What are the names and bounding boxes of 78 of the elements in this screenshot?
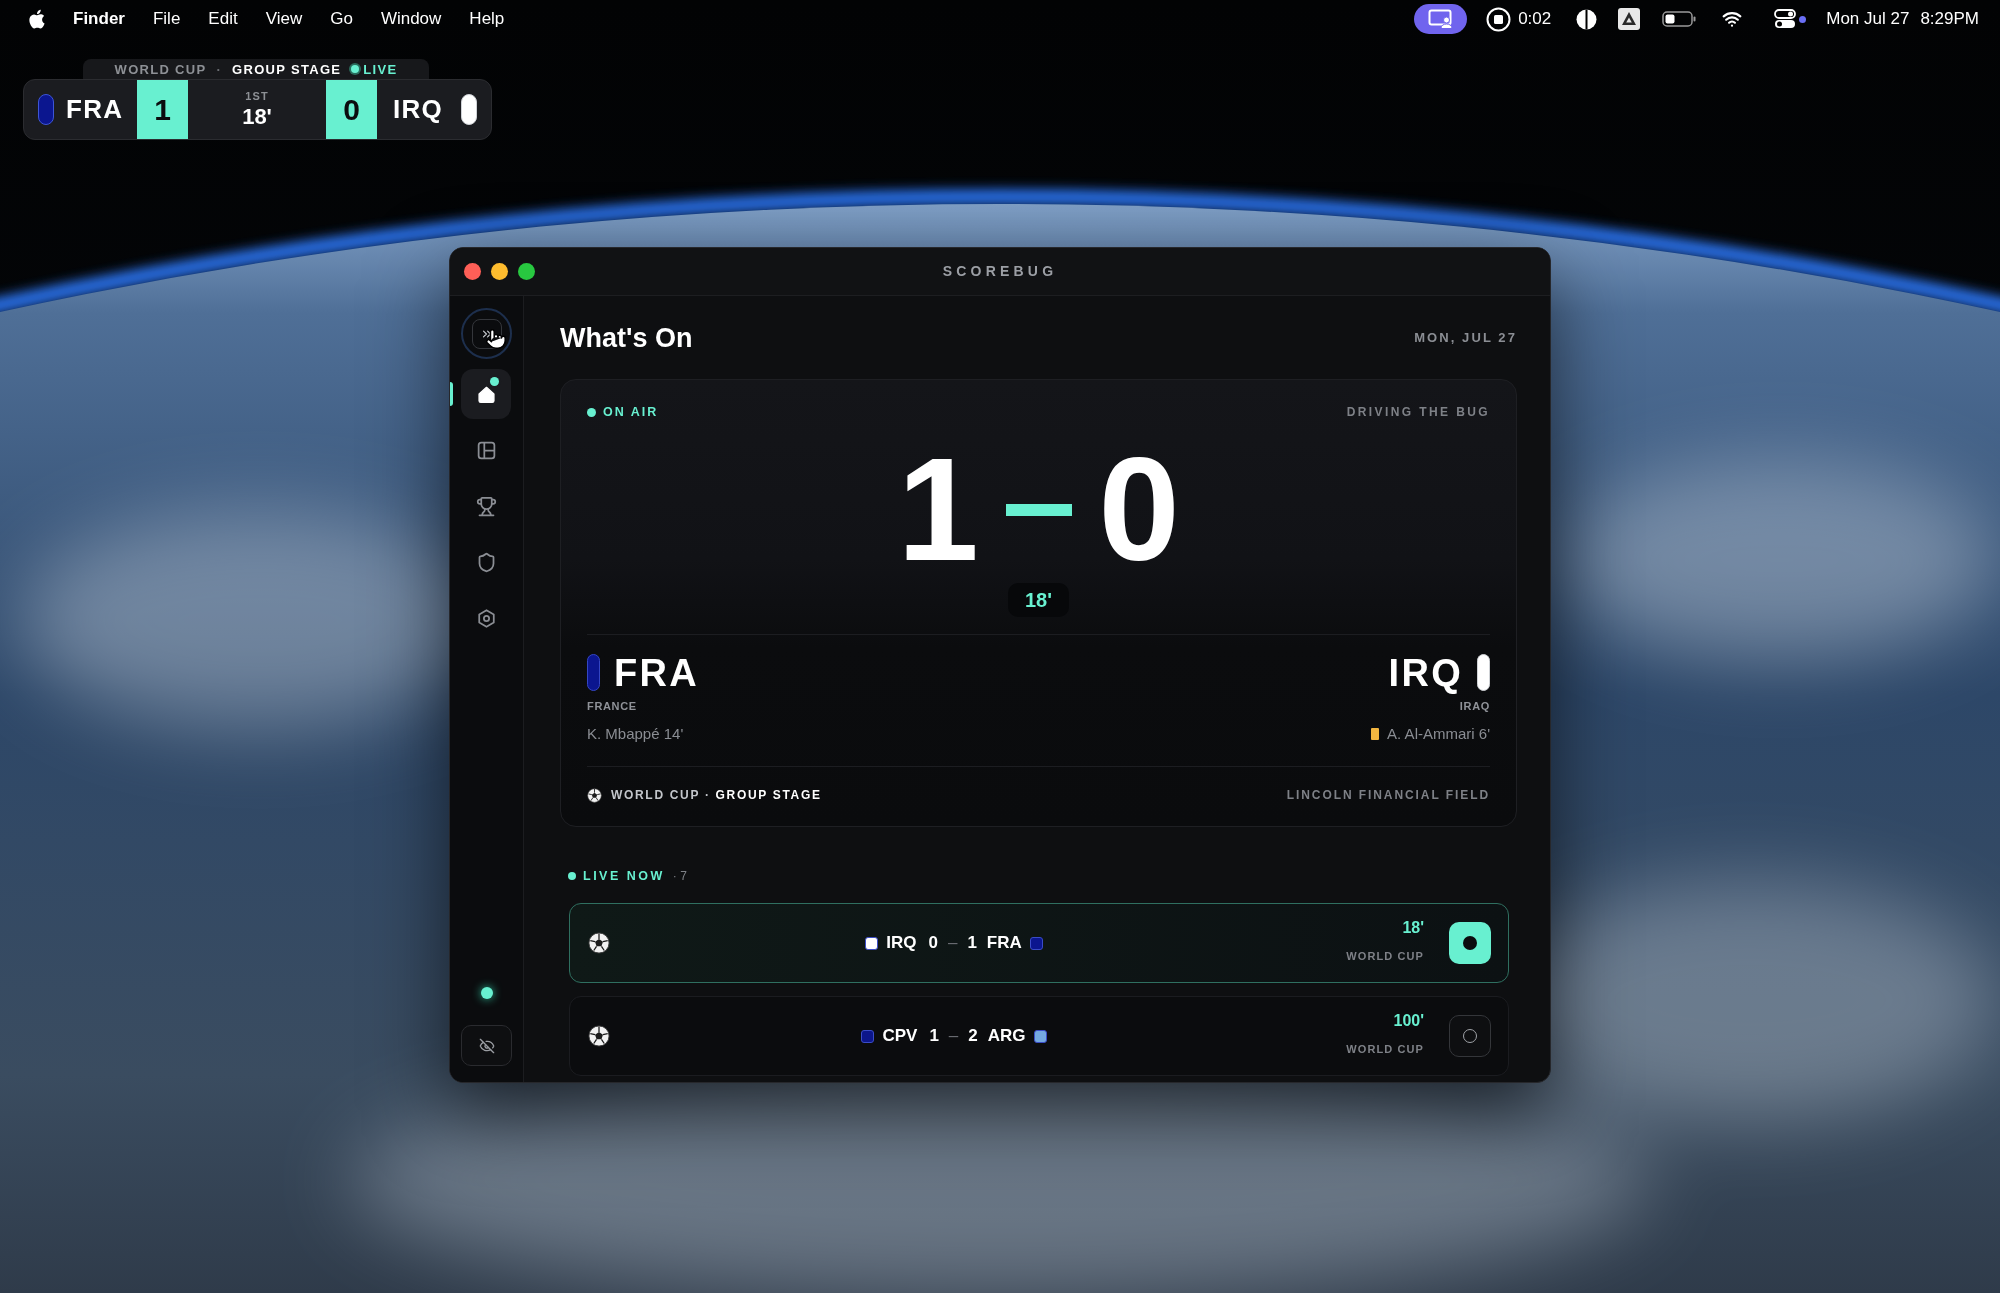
score-display: 0 [326,80,377,139]
battery-icon[interactable] [1662,11,1697,27]
venue-label: LINCOLN FINANCIAL FIELD [1286,787,1490,804]
eye-off-icon [478,1037,495,1054]
menu-item[interactable]: Go [330,6,353,32]
trophy-icon [475,495,497,517]
live-count: · 7 [672,868,687,885]
home-score: 1 [897,437,979,583]
stop-record-icon[interactable] [1486,6,1512,32]
team-code: IRQ [393,93,445,126]
active-indicator-icon [450,382,453,406]
match-row[interactable]: IRQ 0 – 1 FRA 18' WORLD CUP [569,903,1509,983]
match-clock: 18' [1402,919,1424,937]
hand-cursor-icon [485,326,507,352]
team-code: IRQ [1388,653,1463,692]
menu-item[interactable]: Window [380,6,442,32]
soccer-ball-icon [588,932,610,954]
competition-label: WORLD CUP [1346,950,1424,962]
soccer-ball-icon [588,1025,610,1047]
menu-item[interactable]: Edit [208,6,238,32]
score-text: 1 [967,932,977,955]
competition-label: WORLD CUP [114,62,207,76]
dash-icon [1005,504,1072,516]
select-match-button[interactable] [1449,922,1491,964]
match-clock: 18' [242,106,272,128]
zoom-window-button[interactable] [518,263,535,280]
menu-bar-time[interactable]: 8:29PM [1920,6,1979,32]
menu-item[interactable]: Help [469,6,505,32]
sidebar-nav-item[interactable] [461,369,511,419]
minimize-window-button[interactable] [491,263,508,280]
match-event: K. Mbappé 14' [587,723,684,744]
team-name: FRANCE [587,700,637,713]
away-score: 0 [1098,437,1180,583]
score-separator: – [948,1025,959,1048]
match-clock: 18' [1008,583,1069,617]
live-label: LIVE [363,62,398,76]
match-clock: 100' [1393,1012,1424,1030]
score-display: 1 [137,80,188,139]
contrast-icon[interactable] [1576,8,1598,30]
team-code: IRQ [886,932,917,955]
menu-bar-date[interactable]: Mon Jul 27 [1826,6,1910,32]
live-now-label: LIVE NOW [583,867,665,885]
control-center-icon[interactable] [1774,9,1797,29]
on-air-label: ON AIR [603,403,659,421]
triangle-app-icon[interactable] [1618,8,1641,30]
team-code: CPV [882,1025,918,1048]
close-window-button[interactable] [464,263,481,280]
competition-label: WORLD CUP · GROUP STAGE [611,787,822,804]
menu-item[interactable]: File [152,6,181,32]
team-code: FRA [66,93,125,126]
page-heading: What's On [560,321,693,355]
screen-person-icon [1427,9,1454,29]
soccer-ball-icon [587,787,602,803]
app-menu[interactable]: Finder [73,6,125,32]
date-label: MON, JUL 27 [1414,329,1517,348]
menu-item[interactable]: View [265,6,303,32]
team-name: IRAQ [1459,700,1490,713]
settings-icon [475,607,497,629]
booking-card-icon [1371,728,1380,740]
period-label: 1ST [245,91,269,102]
dot-separator: · [216,62,223,76]
team-code: FRA [986,932,1022,955]
role-label: DRIVING THE BUG [1346,404,1490,421]
competition-label: WORLD CUP [1346,1043,1424,1055]
apple-icon[interactable] [28,9,45,29]
match-event: A. Al-Ammari 6' [1387,723,1490,744]
score-separator: – [947,932,958,955]
team-code: ARG [987,1025,1026,1048]
team-code: FRA [614,653,699,692]
recording-time: 0:02 [1518,8,1552,31]
layout-icon [475,439,497,461]
stage-label: GROUP STAGE [232,62,342,76]
score-text: 1 [929,1025,939,1048]
window-title: SCOREBUG [942,262,1058,281]
score-text: 0 [928,932,938,955]
match-row[interactable]: CPV 1 – 2 ARG 100' WORLD CUP [569,996,1509,1076]
score-text: 2 [968,1025,978,1048]
hide-button[interactable] [461,1025,512,1066]
